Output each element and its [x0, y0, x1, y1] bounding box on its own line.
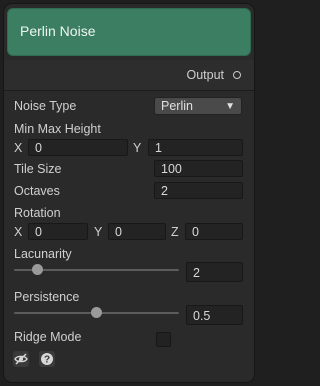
noise-type-value: Perlin — [161, 99, 193, 113]
node-title: Perlin Noise — [20, 23, 96, 39]
preview-toggle-button[interactable] — [13, 351, 29, 367]
rotation-x-field[interactable]: 0 — [28, 223, 88, 240]
output-port-row: Output — [4, 60, 254, 91]
min-x-label: X — [14, 141, 23, 155]
eye-slash-icon — [14, 353, 28, 365]
persistence-slider-thumb[interactable] — [91, 307, 102, 318]
output-port-label: Output — [186, 68, 224, 82]
lacunarity-label: Lacunarity — [14, 247, 72, 261]
rotation-z-field[interactable]: 0 — [185, 223, 243, 240]
lacunarity-field[interactable]: 2 — [186, 262, 243, 282]
lacunarity-slider-thumb[interactable] — [31, 264, 43, 275]
node-header[interactable]: Perlin Noise — [7, 8, 251, 56]
svg-text:?: ? — [44, 355, 50, 366]
rotation-y-field[interactable]: 0 — [108, 223, 166, 240]
rot-z-label: Z — [171, 225, 179, 239]
octaves-label: Octaves — [14, 184, 60, 198]
rot-x-label: X — [14, 225, 23, 239]
rotation-label: Rotation — [14, 206, 61, 220]
noise-type-label: Noise Type — [14, 99, 77, 113]
min-max-height-label: Min Max Height — [14, 122, 101, 136]
question-icon: ? — [41, 353, 53, 366]
help-button[interactable]: ? — [39, 351, 55, 367]
noise-type-dropdown[interactable]: Perlin ▼ — [154, 97, 242, 115]
min-height-field[interactable]: 0 — [28, 139, 128, 156]
perlin-noise-node[interactable]: Perlin Noise Output Noise Type Perlin ▼ … — [3, 3, 255, 383]
tile-size-label: Tile Size — [14, 162, 62, 176]
output-port[interactable] — [233, 71, 241, 79]
rot-y-label: Y — [94, 225, 103, 239]
persistence-label: Persistence — [14, 290, 80, 304]
persistence-field[interactable]: 0.5 — [186, 305, 243, 325]
ridge-mode-toggle[interactable] — [156, 332, 171, 347]
max-height-field[interactable]: 1 — [148, 139, 243, 156]
octaves-field[interactable]: 2 — [154, 182, 243, 199]
max-y-label: Y — [133, 141, 142, 155]
ridge-mode-label: Ridge Mode — [14, 330, 82, 344]
tile-size-field[interactable]: 100 — [154, 160, 243, 177]
dropdown-arrow-icon: ▼ — [225, 101, 235, 112]
